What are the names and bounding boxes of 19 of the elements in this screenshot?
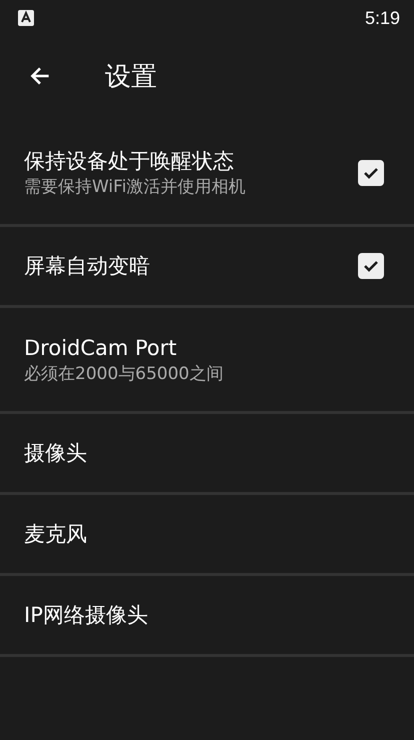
- settings-item[interactable]: 屏幕自动变暗: [0, 227, 414, 308]
- checkbox[interactable]: [358, 253, 384, 279]
- settings-item[interactable]: DroidCam Port 必须在2000与65000之间: [0, 308, 414, 414]
- setting-title: IP网络摄像头: [24, 602, 148, 629]
- setting-summary: 需要保持WiFi激活并使用相机: [24, 176, 246, 198]
- settings-item[interactable]: 麦克风: [0, 495, 414, 576]
- setting-title: 麦克风: [24, 521, 87, 548]
- setting-title: 摄像头: [24, 440, 87, 467]
- app-notification-icon: [18, 10, 34, 26]
- setting-summary: 必须在2000与65000之间: [24, 362, 224, 386]
- setting-title: DroidCam Port: [24, 334, 178, 362]
- toolbar-title: 设置: [105, 60, 157, 94]
- checkbox[interactable]: [358, 160, 384, 186]
- settings-item[interactable]: IP网络摄像头: [0, 576, 414, 657]
- setting-title: 保持设备处于唤醒状态: [24, 148, 235, 174]
- settings-item[interactable]: 摄像头: [0, 414, 414, 495]
- setting-title: 屏幕自动变暗: [24, 253, 150, 280]
- settings-item[interactable]: 保持设备处于唤醒状态 需要保持WiFi激活并使用相机: [0, 121, 414, 227]
- status-time: 5:19: [364, 8, 400, 28]
